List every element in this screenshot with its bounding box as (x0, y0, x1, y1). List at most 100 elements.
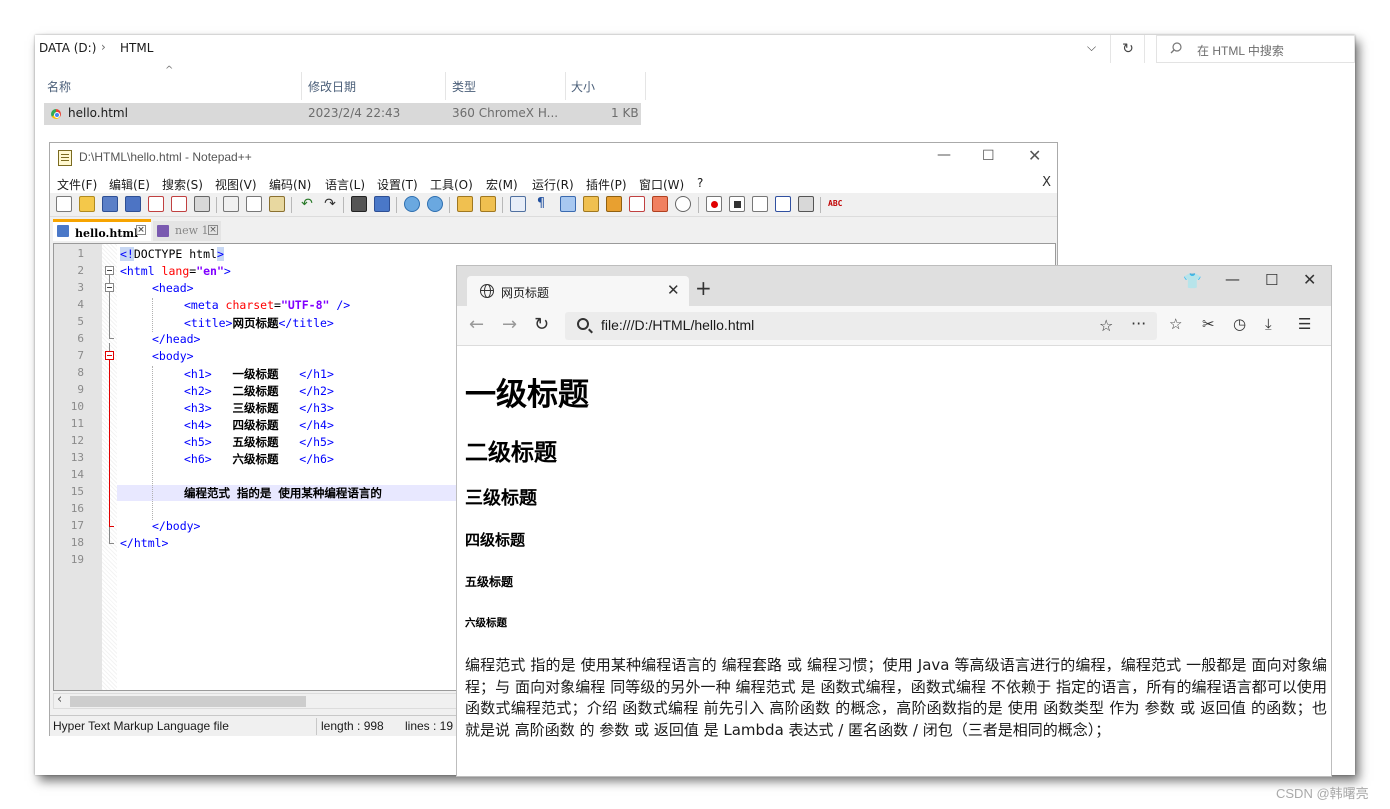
search-box[interactable]: 在 HTML 中搜索 (1156, 35, 1355, 63)
zoom-out-icon[interactable] (427, 196, 443, 212)
tab-new-1[interactable]: new 1 × (153, 221, 221, 241)
play-macro-icon[interactable] (752, 196, 768, 212)
close-window-icon[interactable]: ✕ (1303, 270, 1316, 289)
code-line-4: <meta charset="UTF-8" /> (184, 298, 351, 312)
cut-icon[interactable] (223, 196, 239, 212)
print-icon[interactable] (194, 196, 210, 212)
undo-icon[interactable]: ↶ (299, 196, 315, 212)
save-macro-icon[interactable] (798, 196, 814, 212)
spell-check-icon[interactable]: ABC (828, 196, 844, 212)
column-header-size[interactable]: 大小 (571, 78, 595, 95)
save-icon[interactable] (102, 196, 118, 212)
favorites-icon[interactable]: ☆ (1169, 315, 1182, 333)
more-icon[interactable]: ··· (1131, 314, 1146, 333)
back-icon[interactable]: ← (469, 314, 484, 335)
maximize-icon[interactable]: ☐ (1265, 271, 1278, 289)
menu-run[interactable]: 运行(R) (532, 176, 574, 193)
fold-toggle[interactable] (105, 351, 114, 360)
sync-horizontal-icon[interactable] (480, 196, 496, 212)
column-header-name[interactable]: 名称 (47, 78, 71, 95)
forward-icon[interactable]: → (502, 314, 517, 335)
maximize-icon[interactable]: ☐ (982, 148, 995, 164)
tab-close-icon[interactable]: × (208, 225, 218, 235)
copy-icon[interactable] (246, 196, 262, 212)
sync-vertical-icon[interactable] (457, 196, 473, 212)
history-icon[interactable]: ◷ (1233, 315, 1246, 333)
redo-icon[interactable]: ↷ (322, 196, 338, 212)
line-number: 2 (77, 264, 84, 277)
url-bar[interactable]: file:///D:/HTML/hello.html ☆ ··· (565, 312, 1157, 340)
scrollbar-thumb[interactable] (70, 696, 306, 707)
shirt-theme-icon[interactable]: 👕 (1183, 272, 1202, 290)
address-box[interactable]: DATA (D:) › HTML ⌵ (35, 35, 1111, 63)
function-list-icon[interactable] (629, 196, 645, 212)
fold-toggle[interactable] (105, 266, 114, 275)
menu-settings[interactable]: 设置(T) (377, 176, 418, 193)
menu-window[interactable]: 窗口(W) (639, 176, 684, 193)
browser-tab[interactable]: 网页标题 ✕ (467, 276, 689, 307)
udl-icon[interactable] (583, 196, 599, 212)
minimize-icon[interactable]: — (1225, 270, 1240, 288)
paste-icon[interactable] (269, 196, 285, 212)
close-document-button[interactable]: X (1042, 175, 1051, 190)
find-icon[interactable] (351, 196, 367, 212)
menu-language[interactable]: 语言(L) (325, 176, 365, 193)
line-number: 17 (70, 519, 84, 532)
monitoring-icon[interactable] (675, 196, 691, 212)
breadcrumb-drive[interactable]: DATA (D:) (39, 41, 96, 55)
word-wrap-icon[interactable] (510, 196, 526, 212)
file-size: 1 KB (611, 106, 639, 120)
record-macro-icon[interactable] (706, 196, 722, 212)
menu-file[interactable]: 文件(F) (57, 176, 97, 193)
menu-icon[interactable]: ☰ (1298, 315, 1311, 333)
toolbar: ↶ ↷ ¶ ABC (50, 193, 1057, 217)
heading-h3: 三级标题 (465, 488, 537, 509)
breadcrumb-folder[interactable]: HTML (120, 41, 153, 55)
menu-search[interactable]: 搜索(S) (162, 176, 203, 193)
star-bookmark-icon[interactable]: ☆ (1099, 316, 1113, 335)
chevron-down-icon[interactable]: ⌵ (1087, 40, 1096, 55)
column-header-modified[interactable]: 修改日期 (308, 78, 356, 95)
folder-as-workspace-icon[interactable] (652, 196, 668, 212)
new-tab-button[interactable]: + (695, 278, 712, 298)
menu-encoding[interactable]: 编码(N) (269, 176, 311, 193)
code-line-3: <head> (152, 281, 194, 295)
new-file-icon[interactable] (56, 196, 72, 212)
menu-tools[interactable]: 工具(O) (430, 176, 473, 193)
code-line-7: <body> (152, 349, 194, 363)
tab-close-icon[interactable]: × (136, 225, 146, 235)
scissors-icon[interactable]: ✂ (1202, 315, 1215, 333)
menu-macro[interactable]: 宏(M) (486, 176, 518, 193)
doc-map-icon[interactable] (606, 196, 622, 212)
file-row[interactable]: hello.html 2023/2/4 22:43 360 ChromeX H.… (44, 103, 641, 125)
menu-view[interactable]: 视图(V) (215, 176, 257, 193)
column-header-type[interactable]: 类型 (452, 78, 476, 95)
menu-plugins[interactable]: 插件(P) (586, 176, 627, 193)
stop-macro-icon[interactable] (729, 196, 745, 212)
close-file-icon[interactable] (148, 196, 164, 212)
indent-guide-icon[interactable] (560, 196, 576, 212)
line-number: 16 (70, 502, 84, 515)
download-icon[interactable]: ⤓ (1265, 315, 1272, 333)
menu-edit[interactable]: 编辑(E) (109, 176, 150, 193)
run-macro-multiple-icon[interactable] (775, 196, 791, 212)
menu-help[interactable]: ? (697, 176, 703, 190)
scroll-left-icon[interactable]: ‹ (57, 692, 62, 707)
show-all-chars-icon[interactable]: ¶ (533, 196, 549, 212)
replace-icon[interactable] (374, 196, 390, 212)
line-number: 4 (77, 298, 84, 311)
fold-toggle[interactable] (105, 283, 114, 292)
close-all-icon[interactable] (171, 196, 187, 212)
body-paragraph: 编程范式 指的是 使用某种编程语言的 编程套路 或 编程习惯；使用 Java 等… (465, 656, 1327, 739)
close-icon[interactable]: ✕ (1028, 146, 1041, 165)
refresh-icon[interactable]: ↻ (1112, 35, 1145, 63)
zoom-in-icon[interactable] (404, 196, 420, 212)
tab-hello-html[interactable]: hello.html × (53, 219, 151, 241)
reload-icon[interactable]: ↻ (534, 314, 549, 335)
browser-tab-title: 网页标题 (501, 286, 550, 300)
minimize-icon[interactable]: — (937, 147, 951, 163)
tab-label: hello.html (75, 227, 139, 240)
save-all-icon[interactable] (125, 196, 141, 212)
open-file-icon[interactable] (79, 196, 95, 212)
close-tab-icon[interactable]: ✕ (667, 281, 680, 299)
